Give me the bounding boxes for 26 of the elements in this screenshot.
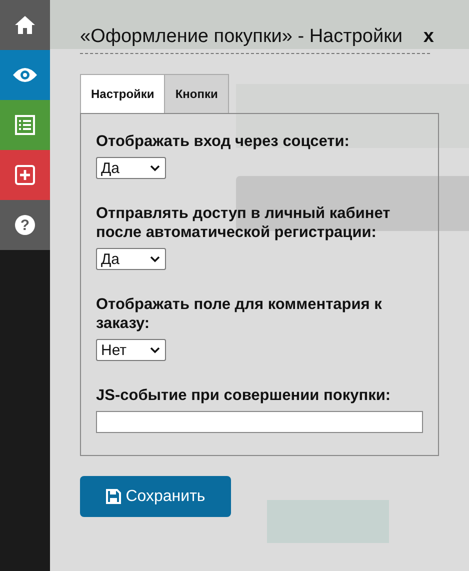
tab[interactable]: Кнопки [165,74,229,113]
chevron-down-icon [150,164,160,172]
tab[interactable]: Настройки [80,74,166,113]
chevron-down-icon [150,346,160,354]
sidebar-item[interactable] [0,150,50,200]
input-field[interactable] [96,411,423,433]
chevron-down-icon [150,256,160,262]
field-label: Отображать поле для комментария к заказу: [96,295,383,333]
dropdown[interactable]: Да [96,248,166,270]
sidebar-item[interactable]: ? [0,200,50,250]
sidebar-item[interactable] [0,0,50,50]
dialog-title: «Оформление покупки» - Настройки [80,26,402,48]
save-button[interactable]: Сохранить [80,476,231,517]
list-icon [15,115,35,135]
field-label: Отображать вход через соцсети: [96,132,350,151]
sidebar-item[interactable] [0,100,50,150]
dropdown[interactable]: Нет [96,339,166,361]
eye-icon [12,67,38,83]
home-icon [14,15,36,35]
help-icon: ? [15,215,35,235]
sidebar-item[interactable] [0,50,50,100]
field-label: Отправлять доступ в личный кабинет после автоматической регистрации: [96,204,392,242]
field-label: JS-событие при совершении покупки: [96,386,392,405]
dropdown[interactable]: Да [96,157,166,179]
plus-icon [15,165,35,185]
close-button[interactable]: x [423,26,434,48]
